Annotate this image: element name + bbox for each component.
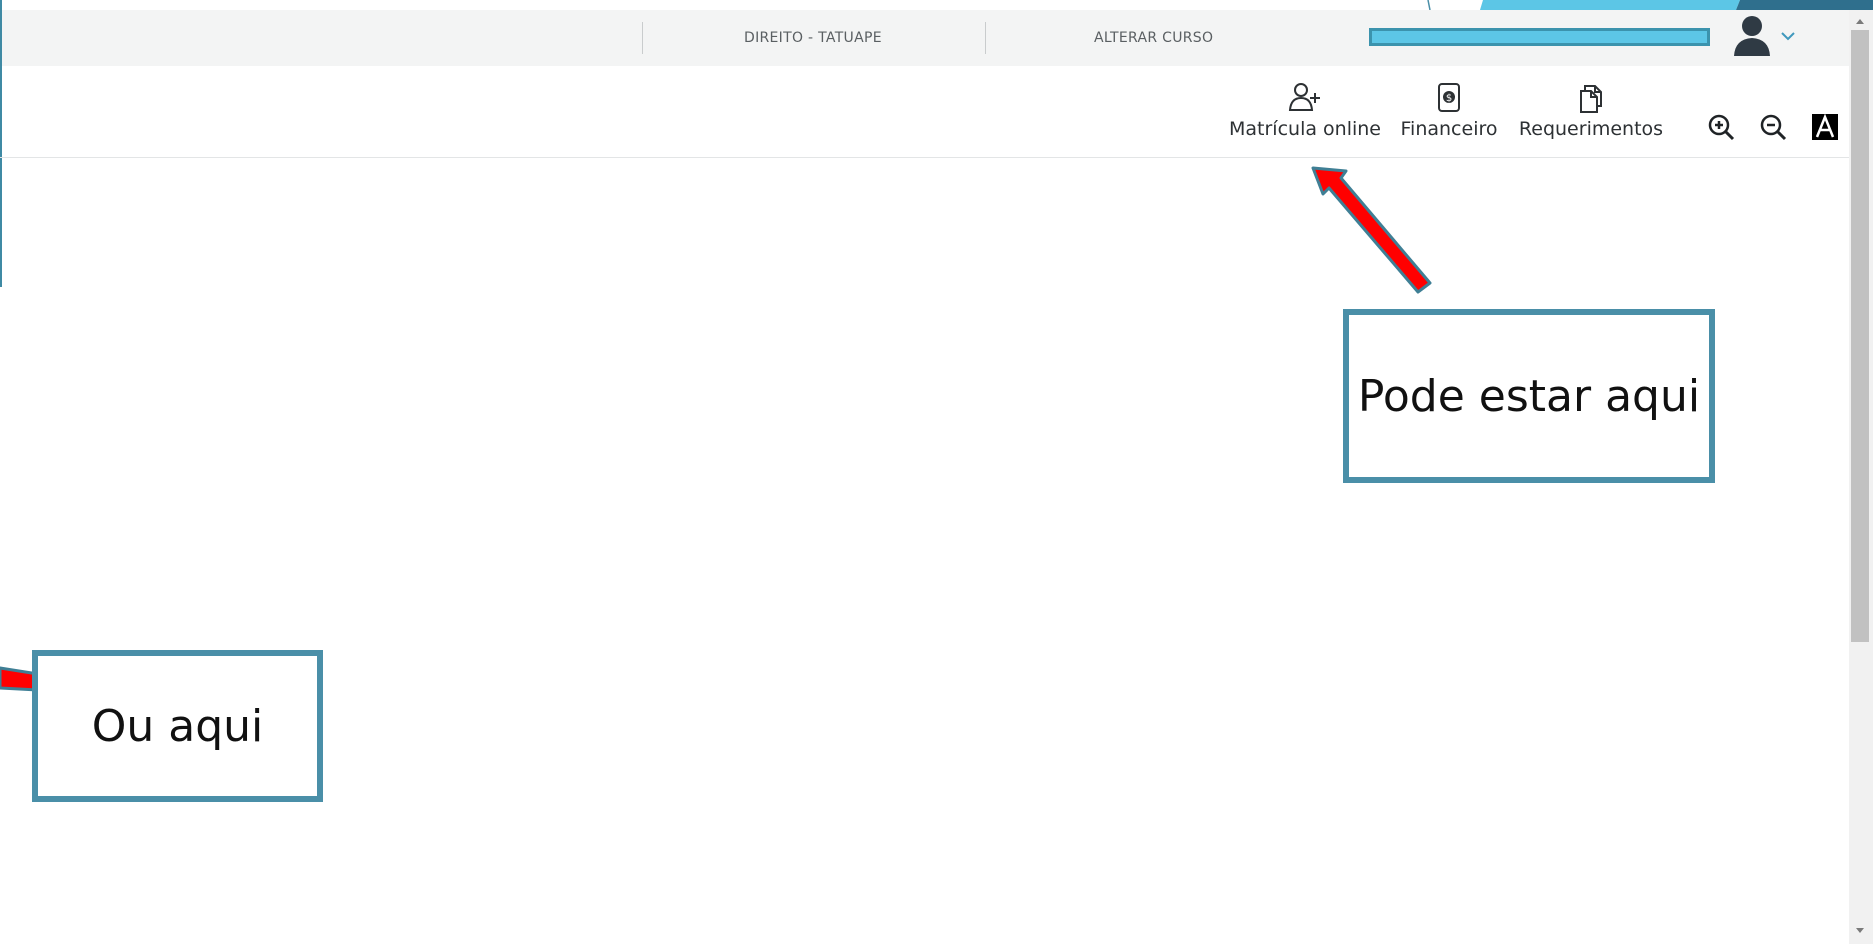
documents-icon (1580, 85, 1602, 113)
user-avatar-icon (1734, 16, 1770, 56)
requests-button[interactable]: Requerimentos (1515, 82, 1667, 140)
page: DIREITO - TATUAPE ALTERAR CURSO Matrícul… (0, 0, 1873, 944)
user-name-redaction (1369, 28, 1710, 46)
left-frame-edge (0, 0, 2, 287)
money-document-icon: $ (1438, 83, 1460, 112)
financial-button[interactable]: $ Financeiro (1397, 82, 1501, 140)
enrollment-online-label: Matrícula online (1229, 118, 1381, 140)
enrollment-online-button[interactable]: Matrícula online (1229, 82, 1381, 140)
chevron-down-icon (1781, 32, 1795, 41)
contrast-button[interactable] (1810, 112, 1840, 142)
change-course-link[interactable]: ALTERAR CURSO (1094, 10, 1213, 66)
scroll-down-arrow-icon[interactable] (1853, 924, 1867, 938)
requests-label: Requerimentos (1518, 118, 1664, 140)
svg-text:$: $ (1446, 93, 1452, 104)
font-contrast-icon (1812, 113, 1838, 140)
scroll-up-arrow-icon[interactable] (1853, 14, 1867, 28)
zoom-in-icon (1708, 114, 1735, 141)
scrollbar-thumb[interactable] (1851, 30, 1869, 642)
callout-left: Ou aqui (32, 650, 323, 802)
corner-decoration (1427, 0, 1873, 10)
financial-label: Financeiro (1400, 118, 1498, 140)
divider (985, 22, 986, 54)
zoom-in-button[interactable] (1706, 112, 1736, 142)
zoom-out-button[interactable] (1758, 112, 1788, 142)
person-add-icon (1288, 83, 1320, 111)
arrow-to-enrollment (1311, 166, 1432, 294)
course-name: DIREITO - TATUAPE (744, 30, 882, 46)
divider (642, 22, 643, 54)
toolbar-divider (0, 157, 1849, 158)
user-menu-button[interactable] (1732, 14, 1802, 60)
zoom-out-icon (1760, 114, 1787, 141)
callout-right: Pode estar aqui (1343, 309, 1715, 483)
